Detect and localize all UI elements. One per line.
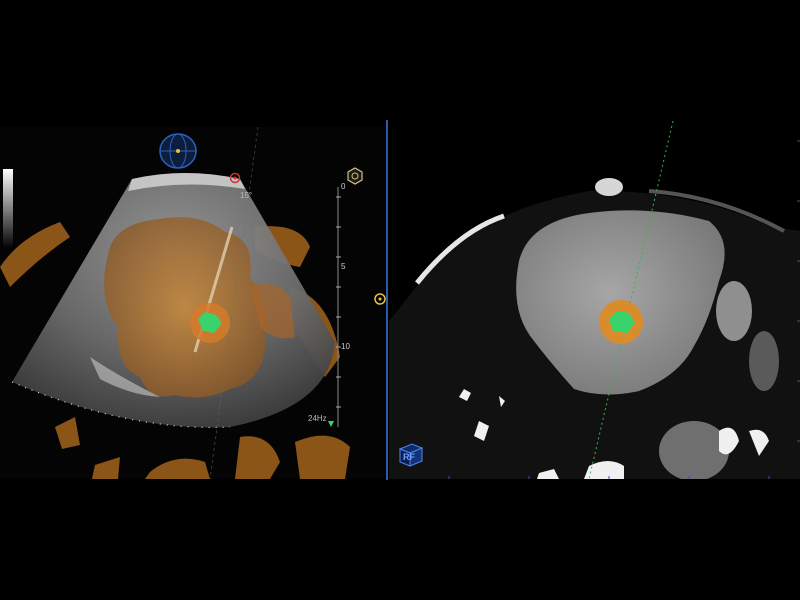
depth-label-0: 0: [341, 182, 346, 191]
ultrasound-image: [0, 127, 350, 479]
depth-label-5: 5: [341, 262, 346, 271]
depth-label-10: 10: [341, 342, 350, 351]
angle-label: 15°: [240, 191, 253, 200]
hexagon-probe-icon[interactable]: [346, 167, 364, 185]
ct-view[interactable]: RF: [389, 121, 800, 479]
ct-image: [389, 121, 800, 479]
view-cube-label: RF: [403, 452, 415, 462]
ultrasound-fusion-view[interactable]: 15° 24Hz 0 5 10: [0, 127, 386, 479]
globe-orientation-icon[interactable]: [156, 131, 200, 171]
target-marker-icon[interactable]: [229, 172, 241, 184]
edge-marker-icon[interactable]: [374, 292, 386, 306]
view-cube-icon[interactable]: RF: [395, 439, 425, 469]
frequency-label: 24Hz: [308, 414, 327, 423]
grayscale-bar: [3, 169, 13, 249]
view-divider: [386, 120, 388, 480]
